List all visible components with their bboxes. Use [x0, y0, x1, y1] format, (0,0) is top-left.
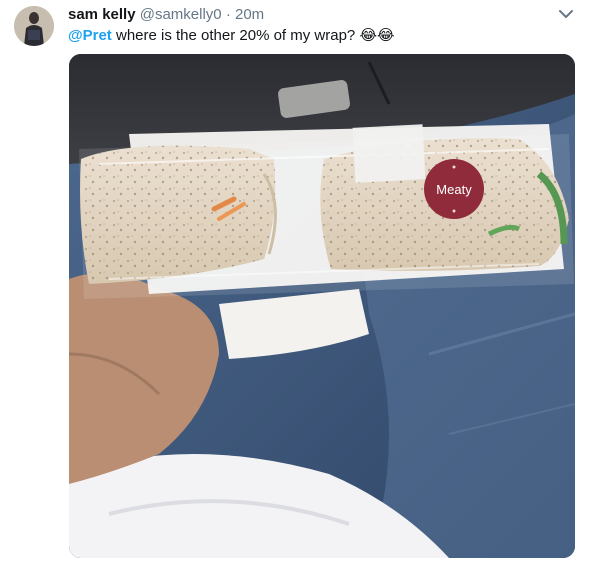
sticker-text: Meaty [436, 182, 472, 197]
avatar-image [14, 6, 54, 46]
mention-link[interactable]: @Pret [68, 27, 112, 44]
timestamp[interactable]: 20m [235, 6, 264, 23]
handle[interactable]: @samkelly0 [140, 6, 222, 23]
tweet: sam kelly @samkelly0 · 20m @Pret where i… [0, 0, 591, 575]
tweet-header: sam kelly @samkelly0 · 20m [68, 6, 264, 24]
separator: · [225, 6, 231, 23]
tweet-photo[interactable]: Meaty [69, 54, 575, 558]
tweet-body: where is the other 20% of my wrap? [111, 27, 360, 44]
avatar[interactable] [14, 6, 54, 46]
laughing-emoji-icon: 😂😂 [359, 26, 395, 44]
display-name[interactable]: sam kelly [68, 6, 136, 23]
wrap-photo: Meaty [69, 54, 575, 558]
chevron-down-icon[interactable] [556, 6, 576, 22]
meaty-sticker: Meaty [424, 159, 484, 219]
tweet-text: @Pret where is the other 20% of my wrap?… [68, 25, 395, 46]
